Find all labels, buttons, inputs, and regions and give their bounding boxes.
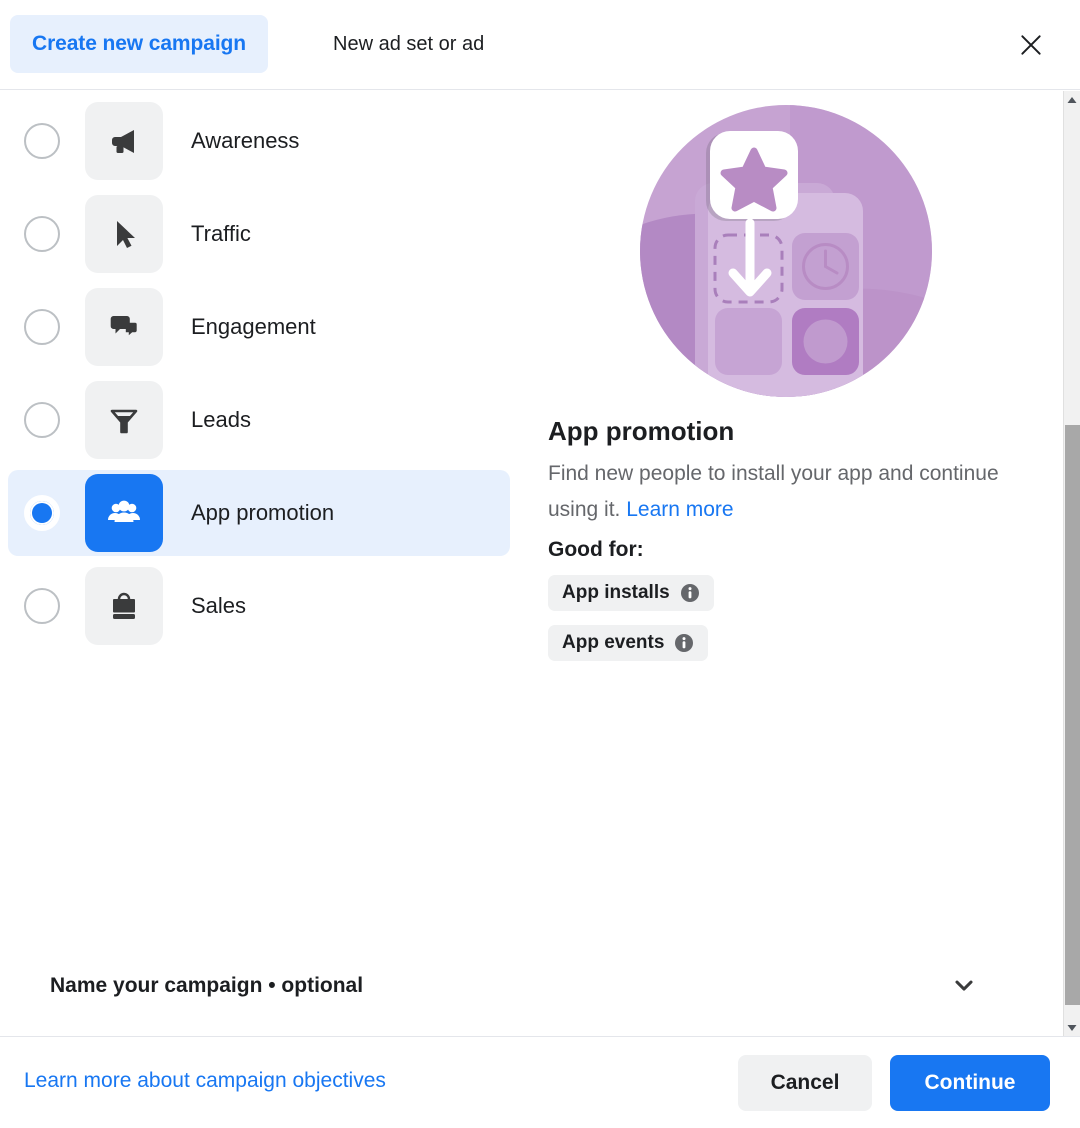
objective-label-sales: Sales bbox=[191, 593, 247, 618]
objective-label-traffic: Traffic bbox=[191, 221, 251, 246]
name-campaign-section[interactable]: Name your campaign • optional bbox=[0, 951, 1020, 1021]
scrollbar-thumb[interactable] bbox=[1065, 425, 1080, 1005]
continue-button[interactable]: Continue bbox=[890, 1055, 1050, 1111]
objective-radio-awareness[interactable] bbox=[24, 123, 60, 159]
objective-row-app-promotion[interactable]: App promotion bbox=[8, 470, 510, 556]
close-button[interactable] bbox=[1010, 24, 1052, 66]
objective-radio-leads[interactable] bbox=[24, 402, 60, 438]
objective-label-awareness: Awareness bbox=[191, 128, 300, 153]
good-for-label: Good for: bbox=[548, 538, 644, 561]
objective-icon-tile-app-promotion bbox=[85, 474, 163, 552]
people-group-icon bbox=[108, 500, 140, 522]
app-promotion-illustration bbox=[640, 105, 932, 397]
info-icon[interactable] bbox=[674, 633, 694, 653]
tab-create-new-campaign-label: Create new campaign bbox=[32, 32, 247, 55]
name-campaign-label: Name your campaign • optional bbox=[50, 974, 364, 997]
caret-down-icon bbox=[1067, 1024, 1077, 1031]
dialog-footer: Learn more about campaign objectives Can… bbox=[0, 1036, 1080, 1128]
name-campaign-toggle[interactable] bbox=[950, 971, 978, 1004]
chip-app-events: App events bbox=[548, 625, 709, 661]
tab-new-ad-set-or-ad-label: New ad set or ad bbox=[333, 32, 485, 55]
objective-radio-app-promotion[interactable] bbox=[24, 495, 60, 531]
good-for-chips: App installs App events bbox=[548, 575, 714, 675]
objective-row-leads[interactable]: Leads bbox=[8, 377, 510, 463]
scrollbar-down-arrow[interactable] bbox=[1064, 1019, 1080, 1036]
objective-icon-tile-engagement bbox=[85, 288, 163, 366]
tab-create-new-campaign[interactable]: Create new campaign bbox=[10, 15, 269, 73]
objective-radio-engagement[interactable] bbox=[24, 309, 60, 345]
objective-radio-sales[interactable] bbox=[24, 588, 60, 624]
continue-button-label: Continue bbox=[924, 1071, 1016, 1094]
detail-learn-more-link[interactable]: Learn more bbox=[626, 498, 733, 521]
objective-radio-traffic[interactable] bbox=[24, 216, 60, 252]
objective-label-app-promotion: App promotion bbox=[191, 500, 335, 525]
cancel-button-label: Cancel bbox=[770, 1071, 840, 1094]
vertical-scrollbar[interactable] bbox=[1063, 91, 1080, 1036]
detail-title: App promotion bbox=[548, 416, 735, 446]
info-icon[interactable] bbox=[680, 583, 700, 603]
cancel-button[interactable]: Cancel bbox=[738, 1055, 872, 1111]
objective-row-traffic[interactable]: Traffic bbox=[8, 191, 510, 277]
footer-learn-more-link[interactable]: Learn more about campaign objectives bbox=[24, 1069, 386, 1093]
chip-app-installs: App installs bbox=[548, 575, 714, 611]
objectives-list: Awareness Traffic Engagement Leads App p… bbox=[0, 91, 520, 656]
tab-new-ad-set-or-ad[interactable]: New ad set or ad bbox=[333, 15, 484, 73]
megaphone-icon bbox=[112, 130, 134, 153]
objective-icon-tile-leads bbox=[85, 381, 163, 459]
objective-label-engagement: Engagement bbox=[191, 314, 316, 339]
objective-label-leads: Leads bbox=[191, 407, 251, 432]
close-icon bbox=[1021, 35, 1041, 55]
objective-row-awareness[interactable]: Awareness bbox=[8, 98, 510, 184]
dialog-body: Awareness Traffic Engagement Leads App p… bbox=[0, 91, 1080, 1036]
chip-app-installs-label: App installs bbox=[562, 582, 670, 603]
objective-icon-tile-traffic bbox=[85, 195, 163, 273]
chevron-down-icon bbox=[955, 980, 973, 991]
speech-bubbles-icon bbox=[110, 316, 139, 339]
objective-row-sales[interactable]: Sales bbox=[8, 563, 510, 649]
cursor-arrow-icon bbox=[117, 221, 135, 248]
objective-icon-tile-awareness bbox=[85, 102, 163, 180]
caret-up-icon bbox=[1067, 96, 1077, 103]
objective-icon-tile-sales bbox=[85, 567, 163, 645]
detail-description: Find new people to install your app and … bbox=[548, 456, 1000, 528]
dialog-header: Create new campaign New ad set or ad bbox=[0, 0, 1080, 90]
detail-description-text: Find new people to install your app and … bbox=[548, 462, 999, 521]
scrollbar-up-arrow[interactable] bbox=[1064, 91, 1080, 108]
briefcase-icon bbox=[113, 592, 135, 619]
chip-app-events-label: App events bbox=[562, 632, 665, 653]
objective-row-engagement[interactable]: Engagement bbox=[8, 284, 510, 370]
funnel-icon bbox=[110, 409, 138, 434]
